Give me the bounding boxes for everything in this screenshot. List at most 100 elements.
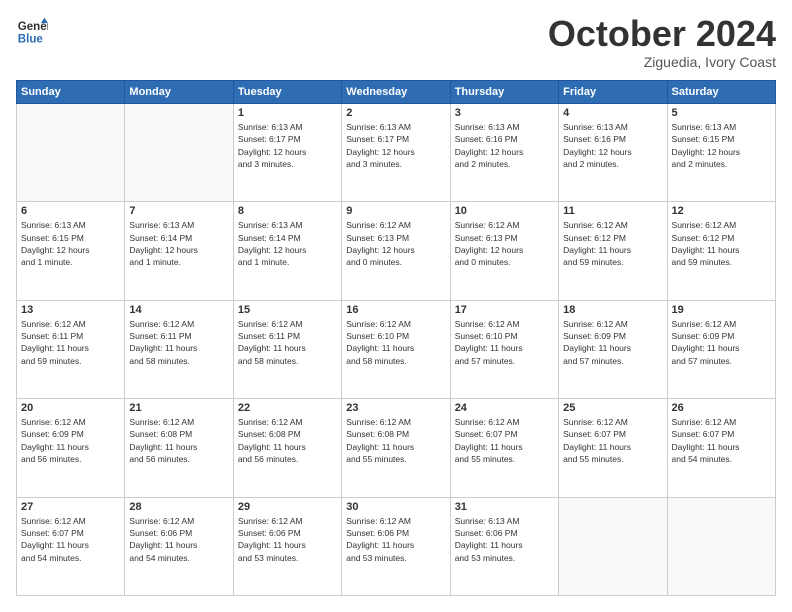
day-number: 31 [455,501,554,513]
calendar-cell: 29 Sunrise: 6:12 AMSunset: 6:06 PMDayligh… [233,497,341,595]
day-number: 8 [238,205,337,217]
logo: General Blue [16,16,48,48]
month-title: October 2024 [548,16,776,52]
day-info: Sunrise: 6:13 AMSunset: 6:17 PMDaylight:… [238,121,337,170]
day-info: Sunrise: 6:13 AMSunset: 6:17 PMDaylight:… [346,121,445,170]
calendar-page: General Blue October 2024 Ziguedia, Ivor… [0,0,792,612]
day-number: 12 [672,205,771,217]
calendar-cell: 31 Sunrise: 6:13 AMSunset: 6:06 PMDayligh… [450,497,558,595]
day-info: Sunrise: 6:12 AMSunset: 6:13 PMDaylight:… [455,219,554,268]
day-info: Sunrise: 6:12 AMSunset: 6:10 PMDaylight:… [455,318,554,367]
weekday-tuesday: Tuesday [233,81,341,104]
location-subtitle: Ziguedia, Ivory Coast [548,54,776,70]
day-number: 16 [346,304,445,316]
day-info: Sunrise: 6:12 AMSunset: 6:06 PMDaylight:… [129,515,228,564]
day-info: Sunrise: 6:13 AMSunset: 6:14 PMDaylight:… [238,219,337,268]
calendar-cell: 24 Sunrise: 6:12 AMSunset: 6:07 PMDayligh… [450,399,558,497]
day-info: Sunrise: 6:13 AMSunset: 6:16 PMDaylight:… [563,121,662,170]
day-number: 4 [563,107,662,119]
day-info: Sunrise: 6:13 AMSunset: 6:15 PMDaylight:… [672,121,771,170]
day-info: Sunrise: 6:12 AMSunset: 6:09 PMDaylight:… [672,318,771,367]
day-number: 27 [21,501,120,513]
day-info: Sunrise: 6:13 AMSunset: 6:14 PMDaylight:… [129,219,228,268]
calendar-cell: 13Sunrise: 6:12 AMSunset: 6:11 PMDayligh… [17,300,125,398]
day-number: 19 [672,304,771,316]
calendar-cell: 6Sunrise: 6:13 AMSunset: 6:15 PMDaylight… [17,202,125,300]
day-number: 15 [238,304,337,316]
calendar-cell: 14Sunrise: 6:12 AMSunset: 6:11 PMDayligh… [125,300,233,398]
day-info: Sunrise: 6:12 AMSunset: 6:08 PMDaylight:… [346,416,445,465]
calendar-cell: 5 Sunrise: 6:13 AMSunset: 6:15 PMDaylight… [667,104,775,202]
day-number: 10 [455,205,554,217]
calendar-cell [17,104,125,202]
calendar-cell: 15 Sunrise: 6:12 AMSunset: 6:11 PMDayligh… [233,300,341,398]
calendar-cell: 7Sunrise: 6:13 AMSunset: 6:14 PMDaylight… [125,202,233,300]
calendar-cell: 8 Sunrise: 6:13 AMSunset: 6:14 PMDaylight… [233,202,341,300]
weekday-wednesday: Wednesday [342,81,450,104]
calendar-cell: 1 Sunrise: 6:13 AMSunset: 6:17 PMDaylight… [233,104,341,202]
day-number: 29 [238,501,337,513]
day-info: Sunrise: 6:12 AMSunset: 6:06 PMDaylight:… [346,515,445,564]
day-number: 1 [238,107,337,119]
logo-icon: General Blue [16,16,48,48]
calendar-cell: 19 Sunrise: 6:12 AMSunset: 6:09 PMDayligh… [667,300,775,398]
day-number: 23 [346,402,445,414]
calendar-cell: 3Sunrise: 6:13 AMSunset: 6:16 PMDaylight… [450,104,558,202]
day-info: Sunrise: 6:12 AMSunset: 6:13 PMDaylight:… [346,219,445,268]
day-number: 30 [346,501,445,513]
day-number: 24 [455,402,554,414]
weekday-header-row: SundayMondayTuesdayWednesdayThursdayFrid… [17,81,776,104]
calendar-cell: 21 Sunrise: 6:12 AMSunset: 6:08 PMDayligh… [125,399,233,497]
day-info: Sunrise: 6:12 AMSunset: 6:10 PMDaylight:… [346,318,445,367]
day-info: Sunrise: 6:12 AMSunset: 6:11 PMDaylight:… [238,318,337,367]
day-number: 9 [346,205,445,217]
day-number: 5 [672,107,771,119]
calendar-cell: 27 Sunrise: 6:12 AMSunset: 6:07 PMDayligh… [17,497,125,595]
day-info: Sunrise: 6:12 AMSunset: 6:08 PMDaylight:… [238,416,337,465]
title-block: October 2024 Ziguedia, Ivory Coast [548,16,776,70]
day-number: 25 [563,402,662,414]
day-info: Sunrise: 6:12 AMSunset: 6:07 PMDaylight:… [672,416,771,465]
calendar-cell: 26 Sunrise: 6:12 AMSunset: 6:07 PMDayligh… [667,399,775,497]
calendar-cell: 23 Sunrise: 6:12 AMSunset: 6:08 PMDayligh… [342,399,450,497]
svg-text:Blue: Blue [18,34,44,46]
day-info: Sunrise: 6:12 AMSunset: 6:08 PMDaylight:… [129,416,228,465]
weekday-saturday: Saturday [667,81,775,104]
calendar-cell: 25Sunrise: 6:12 AMSunset: 6:07 PMDayligh… [559,399,667,497]
week-row-4: 20 Sunrise: 6:12 AMSunset: 6:09 PMDayligh… [17,399,776,497]
calendar-cell: 20 Sunrise: 6:12 AMSunset: 6:09 PMDayligh… [17,399,125,497]
calendar-table: SundayMondayTuesdayWednesdayThursdayFrid… [16,80,776,596]
day-info: Sunrise: 6:13 AMSunset: 6:15 PMDaylight:… [21,219,120,268]
calendar-cell [125,104,233,202]
week-row-3: 13Sunrise: 6:12 AMSunset: 6:11 PMDayligh… [17,300,776,398]
day-info: Sunrise: 6:12 AMSunset: 6:09 PMDaylight:… [563,318,662,367]
day-number: 26 [672,402,771,414]
calendar-cell: 4 Sunrise: 6:13 AMSunset: 6:16 PMDaylight… [559,104,667,202]
day-number: 28 [129,501,228,513]
day-number: 22 [238,402,337,414]
calendar-cell: 22 Sunrise: 6:12 AMSunset: 6:08 PMDayligh… [233,399,341,497]
week-row-1: 1 Sunrise: 6:13 AMSunset: 6:17 PMDaylight… [17,104,776,202]
day-number: 18 [563,304,662,316]
day-number: 3 [455,107,554,119]
day-info: Sunrise: 6:12 AMSunset: 6:07 PMDaylight:… [455,416,554,465]
day-info: Sunrise: 6:12 AMSunset: 6:12 PMDaylight:… [563,219,662,268]
day-info: Sunrise: 6:12 AMSunset: 6:09 PMDaylight:… [21,416,120,465]
day-info: Sunrise: 6:12 AMSunset: 6:06 PMDaylight:… [238,515,337,564]
weekday-thursday: Thursday [450,81,558,104]
day-info: Sunrise: 6:12 AMSunset: 6:11 PMDaylight:… [129,318,228,367]
day-number: 11 [563,205,662,217]
calendar-cell: 9 Sunrise: 6:12 AMSunset: 6:13 PMDaylight… [342,202,450,300]
weekday-monday: Monday [125,81,233,104]
day-number: 21 [129,402,228,414]
day-info: Sunrise: 6:12 AMSunset: 6:07 PMDaylight:… [21,515,120,564]
day-number: 17 [455,304,554,316]
calendar-cell: 16 Sunrise: 6:12 AMSunset: 6:10 PMDayligh… [342,300,450,398]
calendar-cell: 30 Sunrise: 6:12 AMSunset: 6:06 PMDayligh… [342,497,450,595]
day-info: Sunrise: 6:12 AMSunset: 6:11 PMDaylight:… [21,318,120,367]
day-info: Sunrise: 6:13 AMSunset: 6:06 PMDaylight:… [455,515,554,564]
weekday-friday: Friday [559,81,667,104]
day-number: 20 [21,402,120,414]
calendar-cell [667,497,775,595]
day-number: 2 [346,107,445,119]
